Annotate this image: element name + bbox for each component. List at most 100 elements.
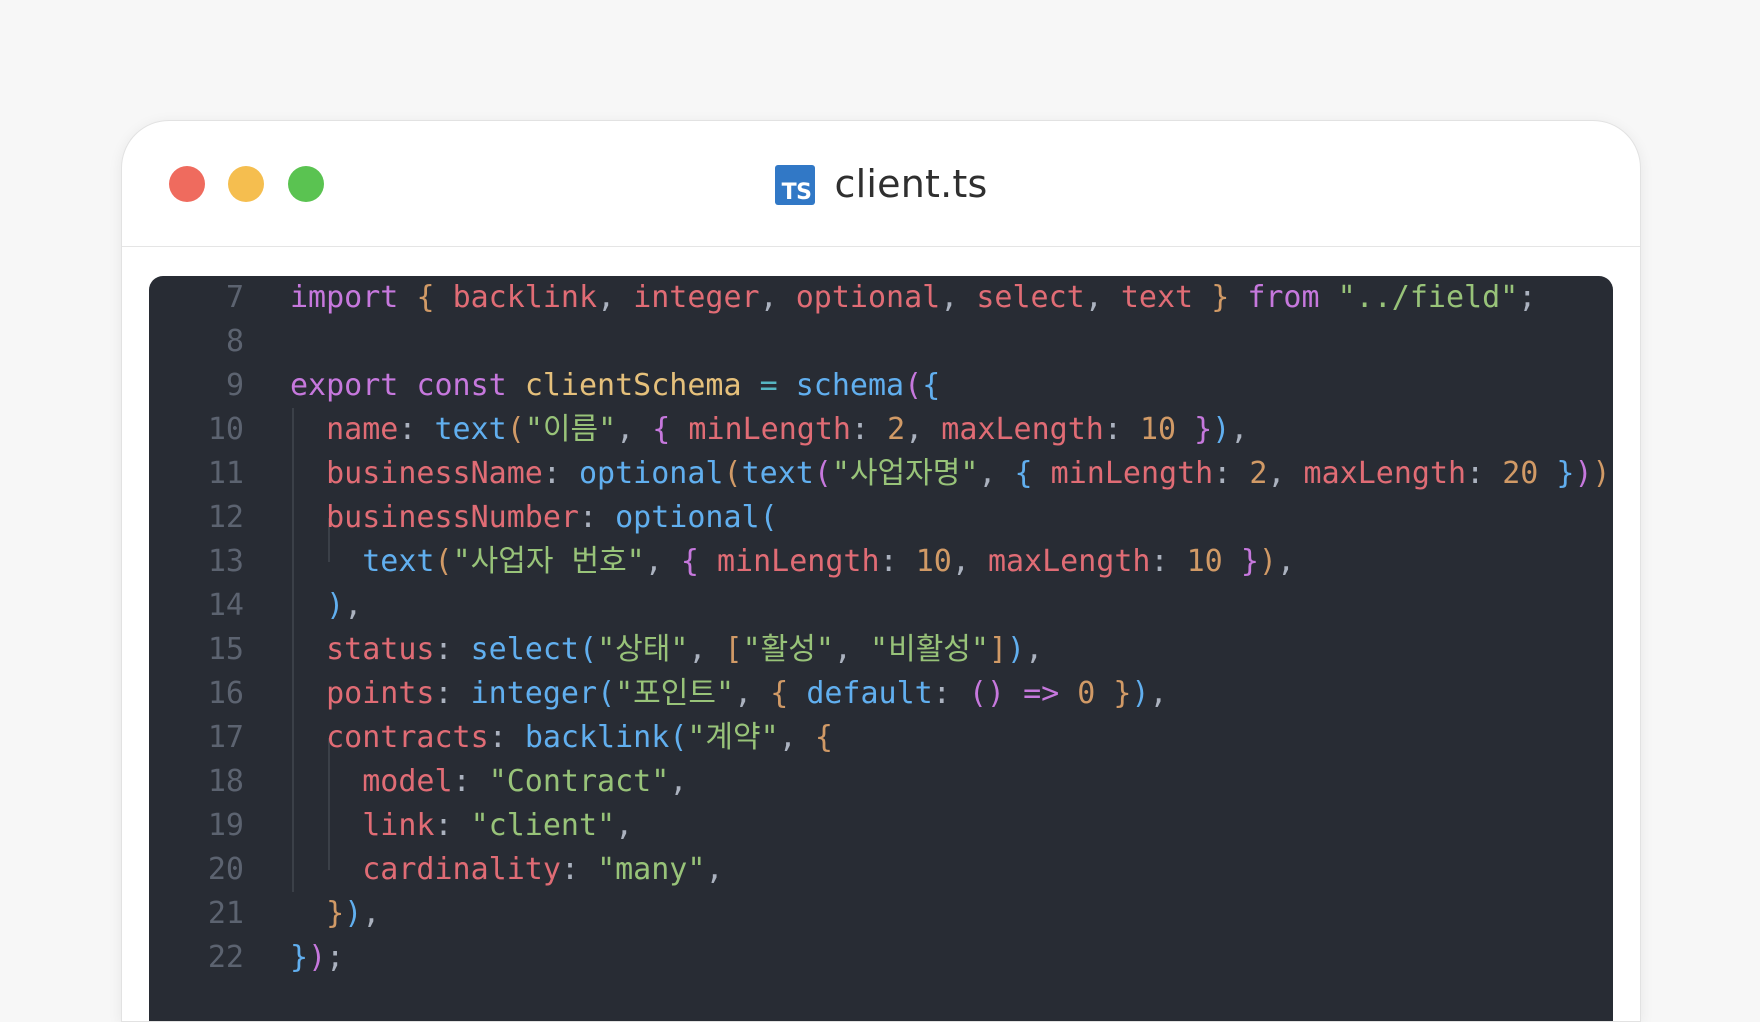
code-token: name <box>326 412 399 447</box>
code-token: contracts <box>326 720 489 755</box>
code-token: { <box>922 368 941 403</box>
code-token: : <box>542 456 579 491</box>
code-token: : <box>579 500 616 535</box>
code-token: maxLength <box>941 412 1104 447</box>
code-token: ; <box>1518 280 1537 315</box>
code-token: "사업자 번호" <box>452 544 645 579</box>
code-token: "활성" <box>742 632 834 667</box>
code-token: ( <box>506 412 525 447</box>
line-number: 15 <box>207 632 244 667</box>
line-text: contracts: backlink("계약", { <box>290 716 833 760</box>
code-token: , <box>833 632 871 667</box>
line-number: 19 <box>207 808 244 843</box>
code-token: : <box>1213 456 1250 491</box>
code-token: } <box>290 940 309 975</box>
line-text: }); <box>290 936 344 980</box>
code-token: minLength <box>1050 456 1214 491</box>
code-token: minLength <box>688 412 851 447</box>
code-token: { <box>680 544 699 579</box>
code-token: link <box>362 808 435 843</box>
line-text: businessName: optional(text("사업자명", { mi… <box>290 452 1613 496</box>
code-editor[interactable]: 7 import { backlink, integer, optional, s… <box>149 276 1613 1021</box>
code-token: , <box>1267 456 1304 491</box>
code-token: "포인트" <box>615 676 735 711</box>
code-token: , <box>362 896 381 931</box>
editor-window: TS client.ts 7 import { backlink, integer… <box>121 120 1641 1022</box>
line-text: cardinality: "many", <box>290 848 723 892</box>
code-token: maxLength <box>1303 456 1467 491</box>
line-number: 11 <box>207 456 244 491</box>
code-token: , <box>905 412 942 447</box>
code-token: , <box>1611 456 1613 491</box>
code-token: "../field" <box>1337 280 1519 315</box>
typescript-file-icon: TS <box>774 165 815 205</box>
line-text: name: text("이름", { minLength: 2, maxLeng… <box>290 408 1248 452</box>
code-token: { <box>770 676 789 711</box>
code-token: , <box>951 544 988 579</box>
code-token: text <box>741 456 814 491</box>
code-token: , <box>1149 676 1168 711</box>
code-token: "계약" <box>687 720 779 755</box>
line-text: businessNumber: optional( <box>290 496 778 540</box>
code-token: integer <box>633 280 760 315</box>
code-token: ) <box>308 940 327 975</box>
code-token: businessNumber <box>326 500 579 535</box>
code-token: ( <box>723 456 742 491</box>
code-token: maxLength <box>987 544 1151 579</box>
code-token: , <box>669 764 688 799</box>
code-token: , <box>644 544 681 579</box>
code-token: ) <box>326 588 345 623</box>
line-number: 22 <box>207 940 244 975</box>
code-token: 10 <box>1139 412 1177 447</box>
code-token: "상태" <box>597 632 689 667</box>
code-token: , <box>688 632 725 667</box>
code-token: } <box>1194 412 1213 447</box>
code-token: ( <box>904 368 923 403</box>
code-token: : <box>434 632 471 667</box>
code-token: optional <box>795 280 941 315</box>
window-title: TS client.ts <box>122 121 1640 247</box>
line-number: 10 <box>207 412 244 447</box>
code-token: ) <box>1212 412 1231 447</box>
code-token: } <box>1240 544 1259 579</box>
line-text: ), <box>290 584 362 628</box>
code-token: , <box>616 412 653 447</box>
code-token: backlink <box>452 280 598 315</box>
code-token: } <box>1113 676 1132 711</box>
code-token: optional <box>579 456 724 491</box>
line-number: 16 <box>207 676 244 711</box>
line-text: text("사업자 번호", { minLength: 10, maxLengt… <box>290 540 1295 584</box>
code-token: { <box>416 280 435 315</box>
code-token: ) <box>1592 456 1611 491</box>
line-number: 12 <box>207 500 244 535</box>
code-token: : <box>488 720 525 755</box>
code-token: ) <box>1007 632 1026 667</box>
code-token: , <box>940 280 977 315</box>
code-token: : <box>1150 544 1187 579</box>
code-token: , <box>734 676 771 711</box>
code-token: ] <box>988 632 1008 667</box>
code-token: , <box>759 280 796 315</box>
code-token: backlink <box>524 720 670 755</box>
code-token: export <box>290 368 399 403</box>
code-token: ( <box>579 632 598 667</box>
code-token: { <box>1014 456 1033 491</box>
line-number: 17 <box>207 720 244 755</box>
code-token: , <box>344 588 363 623</box>
code-token: optional <box>615 500 760 535</box>
